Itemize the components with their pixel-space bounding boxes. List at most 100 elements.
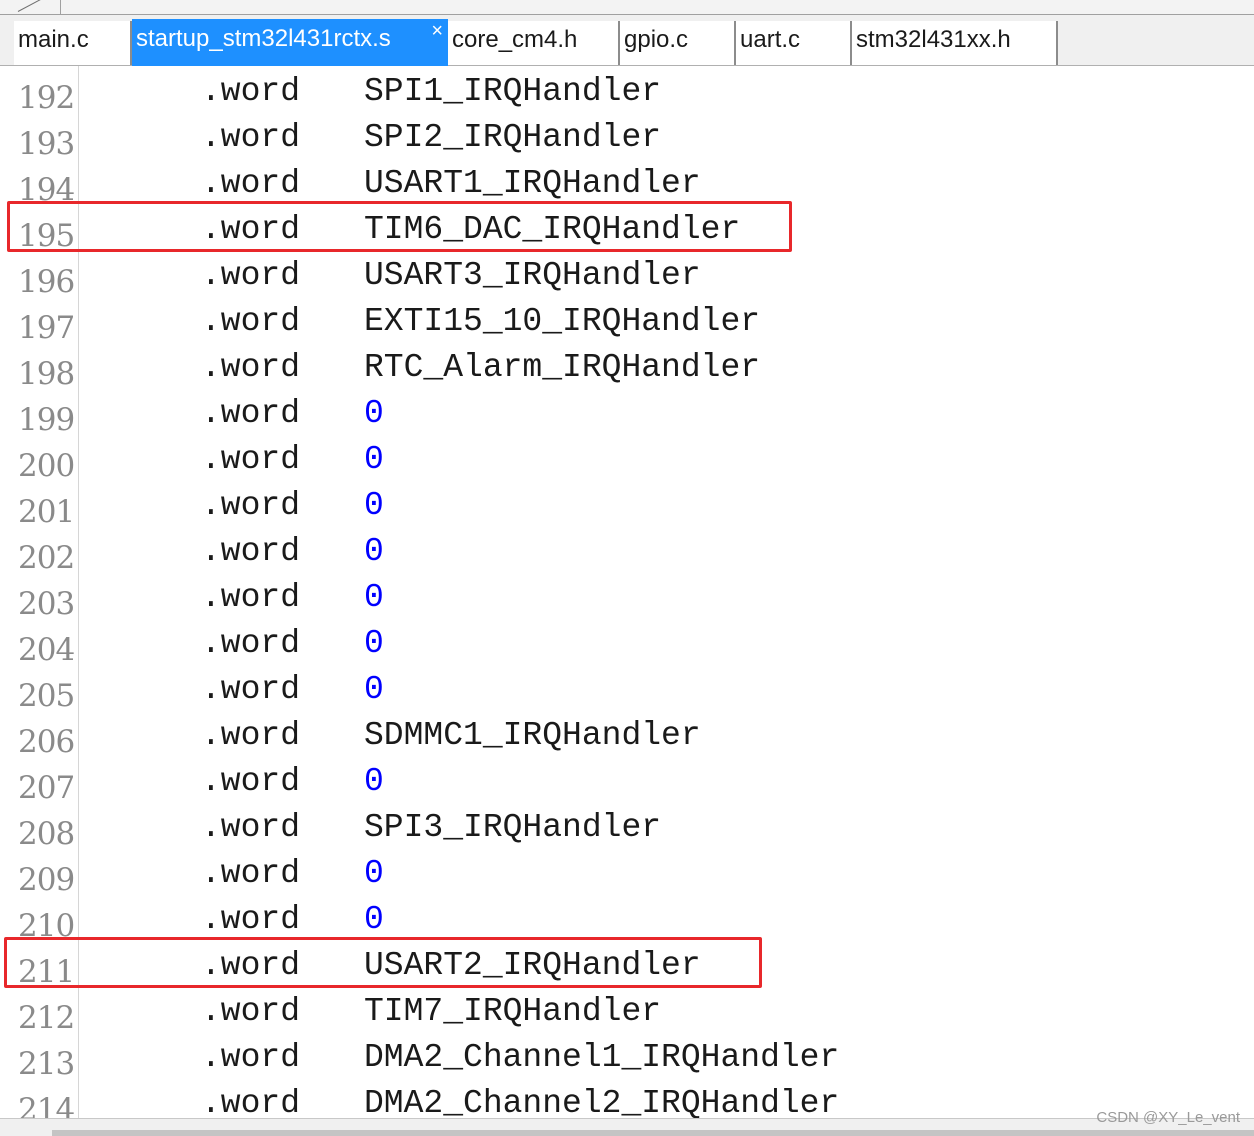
highlight-box-tim6-dac <box>7 201 792 252</box>
line-number: 212 <box>18 1000 75 1036</box>
asm-directive: .word <box>201 165 301 202</box>
line-number: 198 <box>18 356 75 392</box>
asm-directive: .word <box>201 119 301 156</box>
tab-label: gpio.c <box>624 26 689 53</box>
numeric-operand: 0 <box>364 441 384 478</box>
code-line[interactable]: 205 .word 0 <box>0 668 1254 714</box>
code-line[interactable]: 202 .word 0 <box>0 530 1254 576</box>
asm-directive: .word <box>201 1039 301 1076</box>
line-number: 196 <box>18 264 75 300</box>
asm-directive: .word <box>201 579 301 616</box>
asm-directive: .word <box>201 993 301 1030</box>
asm-directive: .word <box>201 717 301 754</box>
line-number: 205 <box>18 678 75 714</box>
tab-close-icon[interactable]: × <box>431 11 443 51</box>
handler-symbol: USART3_IRQHandler <box>364 257 701 294</box>
line-number: 206 <box>18 724 75 760</box>
scrollbar-thumb[interactable] <box>52 1130 1254 1136</box>
numeric-operand: 0 <box>364 533 384 570</box>
asm-directive: .word <box>201 395 301 432</box>
asm-directive: .word <box>201 257 301 294</box>
asm-directive: .word <box>201 441 301 478</box>
line-number: 203 <box>18 586 75 622</box>
handler-symbol: SPI2_IRQHandler <box>364 119 662 156</box>
handler-symbol: EXTI15_10_IRQHandler <box>364 303 761 340</box>
asm-directive: .word <box>201 671 301 708</box>
line-number: 214 <box>18 1092 75 1118</box>
code-line[interactable]: 193 .word SPI2_IRQHandler <box>0 116 1254 162</box>
code-line[interactable]: 203 .word 0 <box>0 576 1254 622</box>
code-line[interactable]: 192 .word SPI1_IRQHandler <box>0 70 1254 116</box>
highlight-box-usart2 <box>4 937 762 988</box>
handler-symbol: DMA2_Channel1_IRQHandler <box>364 1039 840 1076</box>
watermark: CSDN @XY_Le_vent <box>1096 1109 1240 1126</box>
handler-symbol: SPI1_IRQHandler <box>364 73 662 110</box>
tab-label: startup_stm32l431rctx.s <box>136 25 391 52</box>
code-line[interactable]: 212 .word TIM7_IRQHandler <box>0 990 1254 1036</box>
line-number: 202 <box>18 540 75 576</box>
code-line[interactable]: 208 .word SPI3_IRQHandler <box>0 806 1254 852</box>
asm-directive: .word <box>201 349 301 386</box>
handler-symbol: SDMMC1_IRQHandler <box>364 717 701 754</box>
code-line[interactable]: 206 .word SDMMC1_IRQHandler <box>0 714 1254 760</box>
line-number: 207 <box>18 770 75 806</box>
tab-gpio-c[interactable]: gpio.c <box>620 21 736 65</box>
handler-symbol: RTC_Alarm_IRQHandler <box>364 349 761 386</box>
line-number: 209 <box>18 862 75 898</box>
code-line[interactable]: 213 .word DMA2_Channel1_IRQHandler <box>0 1036 1254 1082</box>
asm-directive: .word <box>201 625 301 662</box>
line-number: 213 <box>18 1046 75 1082</box>
line-number: 201 <box>18 494 75 530</box>
line-number: 199 <box>18 402 75 438</box>
handler-symbol: DMA2_Channel2_IRQHandler <box>364 1085 840 1118</box>
tab-label: main.c <box>18 26 89 53</box>
handler-symbol: USART1_IRQHandler <box>364 165 701 202</box>
asm-directive: .word <box>201 855 301 892</box>
tab-label: stm32l431xx.h <box>856 26 1011 53</box>
asm-directive: .word <box>201 809 301 846</box>
asm-directive: .word <box>201 763 301 800</box>
code-line[interactable]: 204 .word 0 <box>0 622 1254 668</box>
tab-label: uart.c <box>740 26 801 53</box>
numeric-operand: 0 <box>364 625 384 662</box>
window-top-strip <box>0 0 1254 15</box>
tab-startup-stm32l431rctx-s[interactable]: startup_stm32l431rctx.s × <box>132 19 448 67</box>
tab-stm32l431xx-h[interactable]: stm32l431xx.h <box>852 21 1058 65</box>
numeric-operand: 0 <box>364 763 384 800</box>
handler-symbol: SPI3_IRQHandler <box>364 809 662 846</box>
file-tab-bar: main.c startup_stm32l431rctx.s × core_cm… <box>0 15 1254 67</box>
numeric-operand: 0 <box>364 395 384 432</box>
asm-directive: .word <box>201 1085 301 1118</box>
asm-directive: .word <box>201 303 301 340</box>
numeric-operand: 0 <box>364 487 384 524</box>
tab-label: core_cm4.h <box>452 26 578 53</box>
tab-uart-c[interactable]: uart.c <box>736 21 852 65</box>
asm-directive: .word <box>201 901 301 938</box>
code-line[interactable]: 199 .word 0 <box>0 392 1254 438</box>
numeric-operand: 0 <box>364 901 384 938</box>
asm-directive: .word <box>201 73 301 110</box>
tab-core-cm4-h[interactable]: core_cm4.h <box>448 21 620 65</box>
corner-marker <box>2 0 61 14</box>
asm-directive: .word <box>201 533 301 570</box>
handler-symbol: TIM7_IRQHandler <box>364 993 662 1030</box>
asm-directive: .word <box>201 487 301 524</box>
code-line[interactable]: 209 .word 0 <box>0 852 1254 898</box>
line-number: 204 <box>18 632 75 668</box>
code-line[interactable]: 200 .word 0 <box>0 438 1254 484</box>
numeric-operand: 0 <box>364 579 384 616</box>
numeric-operand: 0 <box>364 671 384 708</box>
line-number: 193 <box>18 126 75 162</box>
line-number: 192 <box>18 80 75 116</box>
line-number: 197 <box>18 310 75 346</box>
tab-main-c[interactable]: main.c <box>14 21 132 65</box>
code-line[interactable]: 196 .word USART3_IRQHandler <box>0 254 1254 300</box>
code-line[interactable]: 201 .word 0 <box>0 484 1254 530</box>
code-line[interactable]: 214 .word DMA2_Channel2_IRQHandler <box>0 1082 1254 1118</box>
code-line[interactable]: 197 .word EXTI15_10_IRQHandler <box>0 300 1254 346</box>
numeric-operand: 0 <box>364 855 384 892</box>
horizontal-scrollbar[interactable] <box>0 1118 1254 1136</box>
code-line[interactable]: 198 .word RTC_Alarm_IRQHandler <box>0 346 1254 392</box>
line-number: 208 <box>18 816 75 852</box>
code-line[interactable]: 207 .word 0 <box>0 760 1254 806</box>
